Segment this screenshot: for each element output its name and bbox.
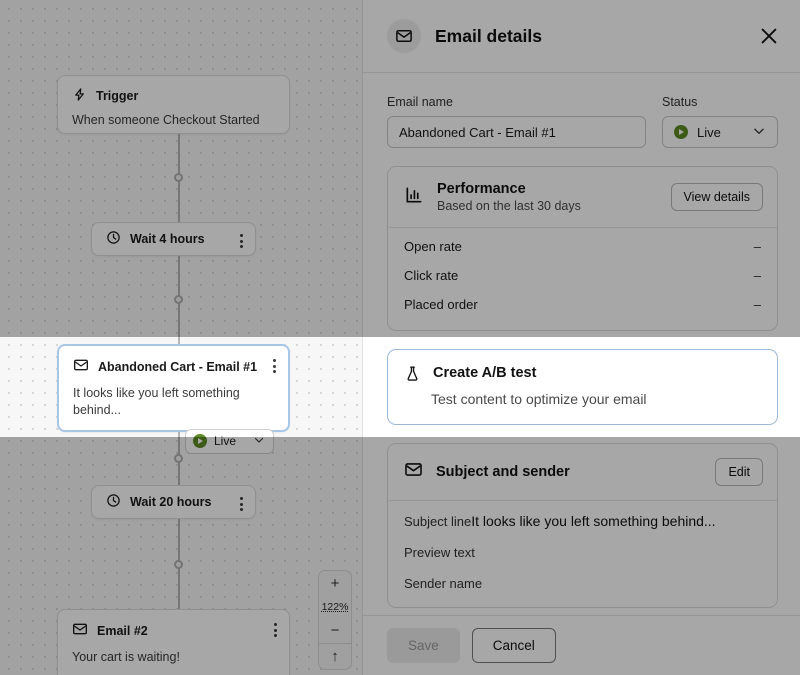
subject-sender-title: Subject and sender (436, 464, 570, 480)
flow-node-wait-20-hours[interactable]: Wait 20 hours (91, 485, 256, 519)
node-wait-2-title: Wait 20 hours (130, 495, 212, 509)
panel-header: Email details (363, 0, 800, 73)
play-circle-icon (193, 434, 207, 448)
node-wait-1-title: Wait 4 hours (130, 232, 205, 246)
email-name-status-row: Email name Abandoned Cart - Email #1 Sta… (387, 95, 778, 148)
performance-metrics: Open rate – Click rate – Placed order – (388, 228, 777, 330)
node-wait-1-menu-button[interactable] (240, 234, 243, 248)
status-select[interactable]: Live (662, 116, 778, 148)
node-trigger-title: Trigger (96, 89, 138, 103)
flow-node-email-2[interactable]: Email #2 Your cart is waiting! (57, 609, 290, 675)
zoom-in-button[interactable]: + (319, 571, 351, 596)
play-circle-icon (674, 125, 688, 139)
edit-subject-sender-button[interactable]: Edit (715, 458, 763, 486)
performance-subtitle: Based on the last 30 days (437, 199, 581, 213)
close-icon[interactable] (758, 25, 780, 47)
node-wait-2-menu-button[interactable] (240, 497, 243, 511)
flask-icon (404, 365, 421, 387)
ab-test-title: Create A/B test (433, 365, 536, 381)
panel-footer: Save Cancel (363, 615, 800, 675)
performance-card: Performance Based on the last 30 days Vi… (387, 166, 778, 331)
email-details-panel: Email details Email name Abandoned Cart … (362, 0, 800, 675)
panel-body: Email name Abandoned Cart - Email #1 Sta… (363, 73, 800, 615)
metric-label: Placed order (404, 297, 478, 312)
flow-node-wait-4-hours[interactable]: Wait 4 hours (91, 222, 256, 256)
envelope-icon (72, 621, 88, 640)
create-ab-test-card[interactable]: Create A/B test Test content to optimize… (387, 349, 778, 425)
envelope-icon (387, 19, 421, 53)
subject-and-sender-card: Subject and sender Edit Subject line It … (387, 443, 778, 608)
node-email-2-title: Email #2 (97, 624, 148, 638)
node-email-1-status-dropdown[interactable]: Live (185, 429, 274, 454)
chevron-down-icon (253, 434, 265, 449)
status-value: Live (697, 125, 721, 140)
node-email-1-header: Abandoned Cart - Email #1 (73, 357, 274, 376)
node-wait-1-header: Wait 4 hours (106, 230, 205, 248)
fit-to-screen-button[interactable]: ↑ (319, 644, 351, 669)
connector-node-dot[interactable] (174, 173, 183, 182)
ab-test-header: Create A/B test (404, 365, 761, 387)
envelope-icon (404, 460, 423, 484)
subject-line-value: It looks like you left something behind.… (471, 513, 715, 529)
metric-value: – (754, 239, 761, 254)
email-name-field-group: Email name Abandoned Cart - Email #1 (387, 95, 646, 148)
view-details-button[interactable]: View details (671, 183, 763, 211)
cancel-button[interactable]: Cancel (472, 628, 556, 663)
node-email-1-subtitle: It looks like you left something behind.… (73, 385, 274, 419)
node-trigger-subtitle: When someone Checkout Started (72, 112, 275, 129)
metric-row: Open rate – (388, 228, 777, 261)
clock-icon (106, 493, 121, 511)
subject-sender-texts: Subject and sender (436, 464, 570, 480)
connector-node-dot[interactable] (174, 560, 183, 569)
node-email-1-title: Abandoned Cart - Email #1 (98, 360, 257, 374)
metric-value: – (754, 297, 761, 312)
flow-canvas[interactable]: Trigger When someone Checkout Started Wa… (0, 0, 362, 675)
subject-line-row: Subject line It looks like you left some… (404, 513, 761, 529)
metric-row: Click rate – (388, 261, 777, 290)
status-label: Status (662, 95, 778, 109)
performance-title: Performance (437, 181, 581, 197)
node-email-1-menu-button[interactable] (273, 359, 276, 373)
node-email-1-status-row: Live (73, 429, 274, 454)
node-email-1-status-label: Live (214, 434, 236, 448)
lightning-bolt-icon (72, 87, 87, 105)
flow-node-trigger[interactable]: Trigger When someone Checkout Started (57, 75, 290, 134)
status-field-group: Status Live (662, 95, 778, 148)
metric-value: – (754, 268, 761, 283)
email-name-input[interactable]: Abandoned Cart - Email #1 (387, 116, 646, 148)
subject-line-label: Subject line (404, 514, 471, 529)
envelope-icon (73, 357, 89, 376)
automation-flow-editor: Trigger When someone Checkout Started Wa… (0, 0, 800, 675)
metric-label: Click rate (404, 268, 458, 283)
bar-chart-icon (404, 185, 424, 210)
zoom-level-label[interactable]: 122% (319, 596, 351, 618)
node-email-2-header: Email #2 (72, 621, 275, 640)
save-button[interactable]: Save (387, 628, 460, 663)
node-wait-2-header: Wait 20 hours (106, 493, 212, 511)
performance-card-texts: Performance Based on the last 30 days (437, 181, 581, 213)
metric-row: Placed order – (388, 290, 777, 319)
flow-node-email-1[interactable]: Abandoned Cart - Email #1 It looks like … (57, 344, 290, 432)
panel-title: Email details (435, 26, 542, 47)
performance-card-header: Performance Based on the last 30 days Vi… (388, 167, 777, 227)
sender-name-label: Sender name (404, 576, 482, 591)
connector-node-dot[interactable] (174, 295, 183, 304)
node-trigger-header: Trigger (72, 87, 275, 105)
zoom-out-button[interactable]: − (319, 618, 351, 643)
subject-sender-header: Subject and sender Edit (388, 444, 777, 500)
preview-text-row: Preview text (404, 545, 761, 560)
connector-node-dot[interactable] (174, 454, 183, 463)
metric-label: Open rate (404, 239, 462, 254)
node-email-2-subtitle: Your cart is waiting! (72, 649, 275, 666)
email-name-value: Abandoned Cart - Email #1 (399, 125, 556, 140)
subject-sender-fields: Subject line It looks like you left some… (388, 501, 777, 591)
canvas-zoom-controls[interactable]: + 122% − ↑ (318, 570, 352, 670)
sender-name-row: Sender name (404, 576, 761, 591)
preview-text-label: Preview text (404, 545, 475, 560)
email-name-label: Email name (387, 95, 646, 109)
ab-test-subtitle: Test content to optimize your email (431, 391, 761, 407)
clock-icon (106, 230, 121, 248)
chevron-down-icon (752, 124, 766, 141)
node-email-2-menu-button[interactable] (274, 623, 277, 637)
